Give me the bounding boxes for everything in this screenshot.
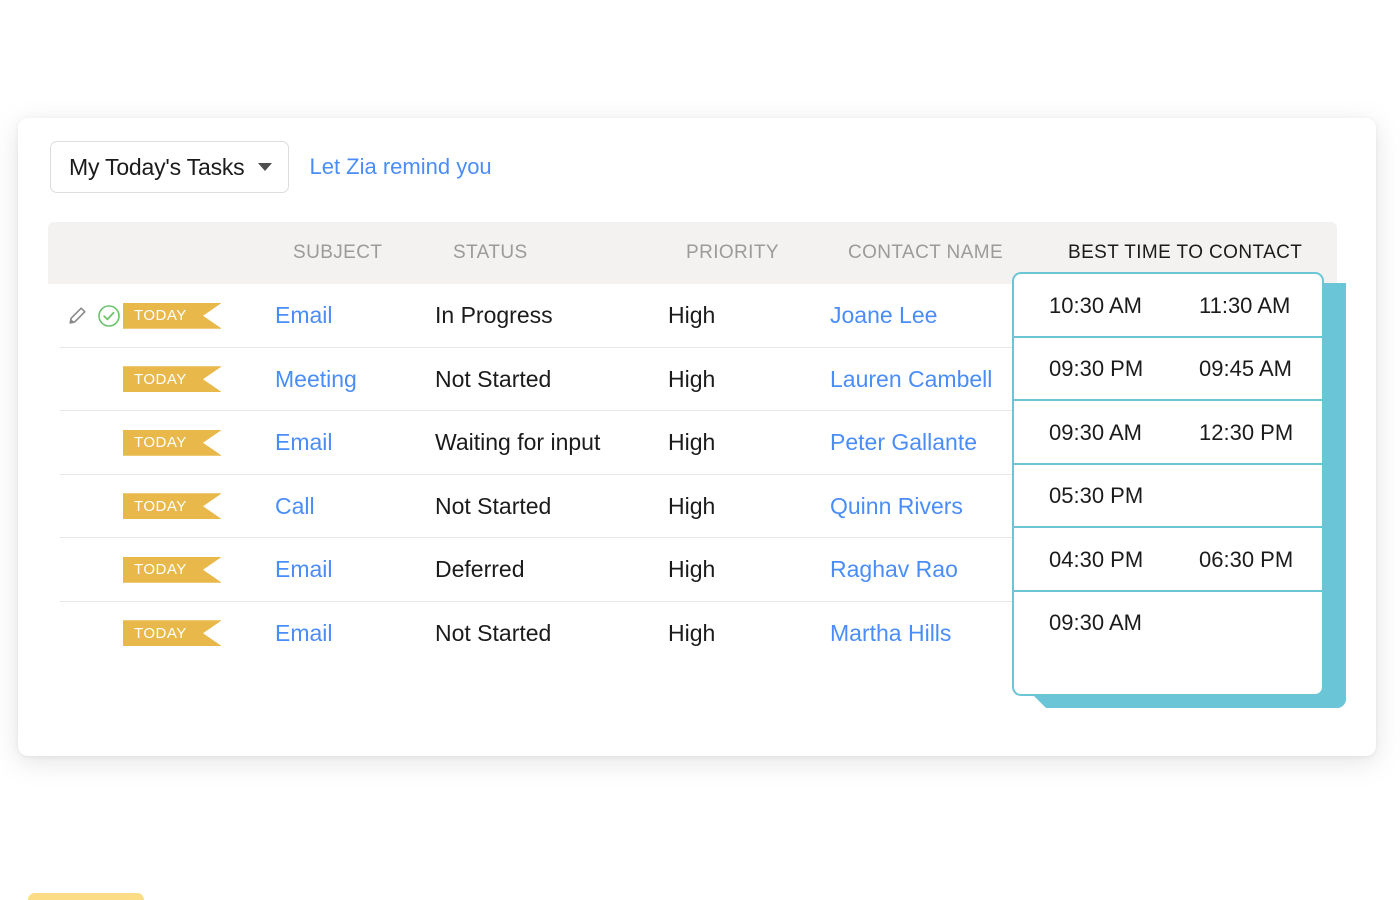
bottom-partial-pill bbox=[28, 893, 144, 900]
today-ribbon: TODAY bbox=[123, 366, 221, 393]
cell-priority: High bbox=[668, 365, 716, 392]
today-ribbon: TODAY bbox=[123, 620, 221, 647]
cell-status: Not Started bbox=[435, 492, 552, 519]
cell-status: In Progress bbox=[435, 302, 553, 329]
cell-contact[interactable]: Lauren Cambell bbox=[830, 348, 992, 412]
cell-priority: High bbox=[668, 302, 716, 329]
cell-subject[interactable]: Email bbox=[275, 411, 333, 475]
today-ribbon: TODAY bbox=[123, 493, 221, 520]
best-time-slot-1: 09:30 AM bbox=[1049, 419, 1142, 445]
zia-remind-link[interactable]: Let Zia remind you bbox=[309, 154, 491, 180]
best-time-row[interactable]: 10:30 AM 11:30 AM bbox=[1014, 274, 1322, 338]
best-time-slot-2: 06:30 PM bbox=[1199, 546, 1294, 572]
due-badge: TODAY bbox=[123, 284, 221, 348]
today-ribbon: TODAY bbox=[123, 429, 221, 456]
best-time-row[interactable]: 09:30 AM bbox=[1014, 592, 1322, 656]
today-ribbon: TODAY bbox=[123, 556, 221, 583]
due-badge: TODAY bbox=[123, 475, 221, 539]
cell-contact[interactable]: Martha Hills bbox=[830, 602, 951, 666]
view-selector-dropdown[interactable]: My Today's Tasks bbox=[50, 141, 290, 193]
cell-status: Not Started bbox=[435, 365, 552, 392]
cell-subject[interactable]: Call bbox=[275, 475, 315, 539]
cell-subject[interactable]: Email bbox=[275, 284, 333, 348]
cell-status: Not Started bbox=[435, 619, 552, 646]
chevron-down-icon bbox=[258, 163, 273, 171]
cell-contact[interactable]: Peter Gallante bbox=[830, 411, 977, 475]
cell-status: Deferred bbox=[435, 556, 525, 583]
cell-subject[interactable]: Meeting bbox=[275, 348, 357, 412]
column-header-subject[interactable]: SUBJECT bbox=[293, 222, 382, 284]
due-badge: TODAY bbox=[123, 602, 221, 666]
pencil-icon[interactable] bbox=[66, 305, 88, 327]
today-ribbon-label: TODAY bbox=[134, 497, 187, 515]
best-time-rows: 10:30 AM 11:30 AM 09:30 PM 09:45 AM 09:30 AM… bbox=[1014, 274, 1322, 655]
best-time-slot-1: 09:30 PM bbox=[1049, 356, 1144, 382]
best-time-slot-2: 11:30 AM bbox=[1199, 292, 1291, 318]
column-header-priority[interactable]: PRIORITY bbox=[686, 222, 779, 284]
due-badge: TODAY bbox=[123, 348, 221, 412]
cell-priority: High bbox=[668, 429, 716, 456]
cell-priority: High bbox=[668, 492, 716, 519]
cell-priority: High bbox=[668, 619, 716, 646]
best-time-slot-1: 04:30 PM bbox=[1049, 546, 1144, 572]
best-time-row[interactable]: 09:30 AM 12:30 PM bbox=[1014, 401, 1322, 465]
best-time-row[interactable]: 04:30 PM 06:30 PM bbox=[1014, 528, 1322, 592]
best-time-slot-1: 09:30 AM bbox=[1049, 610, 1142, 636]
today-ribbon-label: TODAY bbox=[134, 307, 187, 325]
best-time-row[interactable]: 09:30 PM 09:45 AM bbox=[1014, 338, 1322, 401]
today-ribbon: TODAY bbox=[123, 302, 221, 329]
due-badge: TODAY bbox=[123, 538, 221, 602]
cell-subject[interactable]: Email bbox=[275, 538, 333, 602]
best-time-slot-2: 09:45 AM bbox=[1199, 356, 1292, 382]
screenshot-root: My Today's Tasks Let Zia remind you SUBJ… bbox=[0, 0, 1400, 900]
best-time-slot-2: 12:30 PM bbox=[1199, 419, 1294, 445]
best-time-row[interactable]: 05:30 PM bbox=[1014, 465, 1322, 528]
today-ribbon-label: TODAY bbox=[134, 624, 187, 642]
cell-contact[interactable]: Raghav Rao bbox=[830, 538, 958, 602]
best-time-panel: 10:30 AM 11:30 AM 09:30 PM 09:45 AM 09:30 AM… bbox=[1012, 272, 1324, 696]
best-time-slot-1: 10:30 AM bbox=[1049, 292, 1142, 318]
cell-status: Waiting for input bbox=[435, 429, 601, 456]
row-actions bbox=[66, 284, 121, 348]
cell-subject[interactable]: Email bbox=[275, 602, 333, 666]
cell-contact[interactable]: Quinn Rivers bbox=[830, 475, 963, 539]
column-header-status[interactable]: STATUS bbox=[453, 222, 528, 284]
view-selector-label: My Today's Tasks bbox=[69, 153, 245, 180]
today-ribbon-label: TODAY bbox=[134, 434, 187, 452]
check-circle-icon[interactable] bbox=[97, 304, 121, 328]
cell-contact[interactable]: Joane Lee bbox=[830, 284, 937, 348]
today-ribbon-label: TODAY bbox=[134, 561, 187, 579]
best-time-slot-1: 05:30 PM bbox=[1049, 483, 1144, 509]
due-badge: TODAY bbox=[123, 411, 221, 475]
today-ribbon-label: TODAY bbox=[134, 370, 187, 388]
column-header-contact[interactable]: CONTACT NAME bbox=[848, 222, 1003, 284]
toolbar: My Today's Tasks Let Zia remind you bbox=[50, 141, 492, 193]
cell-priority: High bbox=[668, 556, 716, 583]
